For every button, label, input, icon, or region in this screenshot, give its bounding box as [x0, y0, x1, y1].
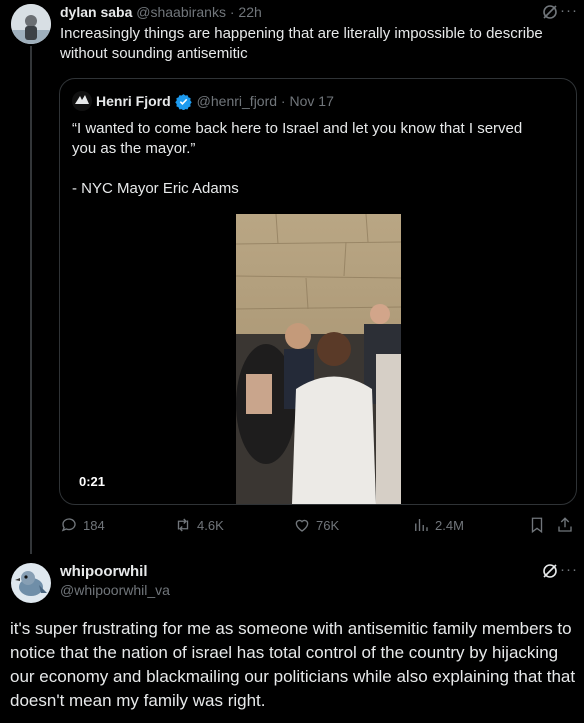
reply-button[interactable]: 184	[60, 516, 105, 534]
like-count: 76K	[316, 517, 340, 533]
reply-text: it's super frustrating for me as someone…	[10, 619, 576, 710]
quote-author-handle[interactable]: @henri_fjord	[197, 93, 277, 109]
share-icon	[558, 517, 572, 532]
reply-avatar[interactable]	[11, 563, 51, 603]
heart-icon	[295, 519, 309, 532]
quote-date[interactable]: Nov 17	[290, 93, 334, 109]
repost-button[interactable]: 4.6K	[174, 516, 224, 534]
tweet-header: dylan saba @shaabiranks · 22h	[60, 4, 574, 22]
video-duration: 0:21	[72, 471, 113, 492]
reply-author-name[interactable]: whipoorwhil	[60, 563, 148, 580]
grok-icon[interactable]	[542, 4, 558, 20]
bookmark-icon	[531, 517, 543, 534]
view-count: 2.4M	[435, 517, 464, 533]
author-name[interactable]: dylan saba	[60, 4, 132, 20]
thread-line	[30, 46, 32, 554]
quote-header: Henri Fjord @henri_fjord · Nov 17	[72, 91, 334, 111]
quote-avatar[interactable]	[72, 91, 92, 111]
verified-badge-icon	[174, 93, 192, 110]
video-thumbnail[interactable]	[236, 214, 401, 504]
separator-dot: ·	[277, 93, 290, 109]
tweet-time[interactable]: 22h	[238, 4, 261, 20]
share-button[interactable]	[556, 516, 574, 534]
separator-dot: ·	[229, 4, 235, 20]
like-button[interactable]: 76K	[293, 516, 339, 534]
more-icon[interactable]: ···	[560, 561, 578, 578]
bookmark-button[interactable]	[528, 516, 546, 534]
reply-author-handle[interactable]: @whipoorwhil_va	[60, 582, 170, 598]
repost-count: 4.6K	[197, 517, 224, 533]
views-button[interactable]: 2.4M	[412, 516, 464, 534]
tweet-text: Increasingly things are happening that a…	[60, 25, 543, 62]
author-avatar[interactable]	[11, 4, 51, 44]
quote-author-name[interactable]: Henri Fjord	[96, 93, 171, 109]
reply-count: 184	[83, 517, 105, 533]
author-handle[interactable]: @shaabiranks	[136, 4, 226, 20]
repost-icon	[177, 518, 189, 532]
views-icon	[415, 519, 428, 531]
grok-icon[interactable]	[542, 563, 558, 579]
quote-text: “I wanted to come back here to Israel an…	[72, 120, 523, 197]
action-bar: 184 4.6K 76K 2.4M	[60, 516, 576, 538]
quoted-tweet[interactable]: Henri Fjord @henri_fjord · Nov 17 “I wan…	[59, 78, 577, 505]
more-icon[interactable]: ···	[560, 2, 578, 19]
reply-icon	[61, 518, 76, 532]
